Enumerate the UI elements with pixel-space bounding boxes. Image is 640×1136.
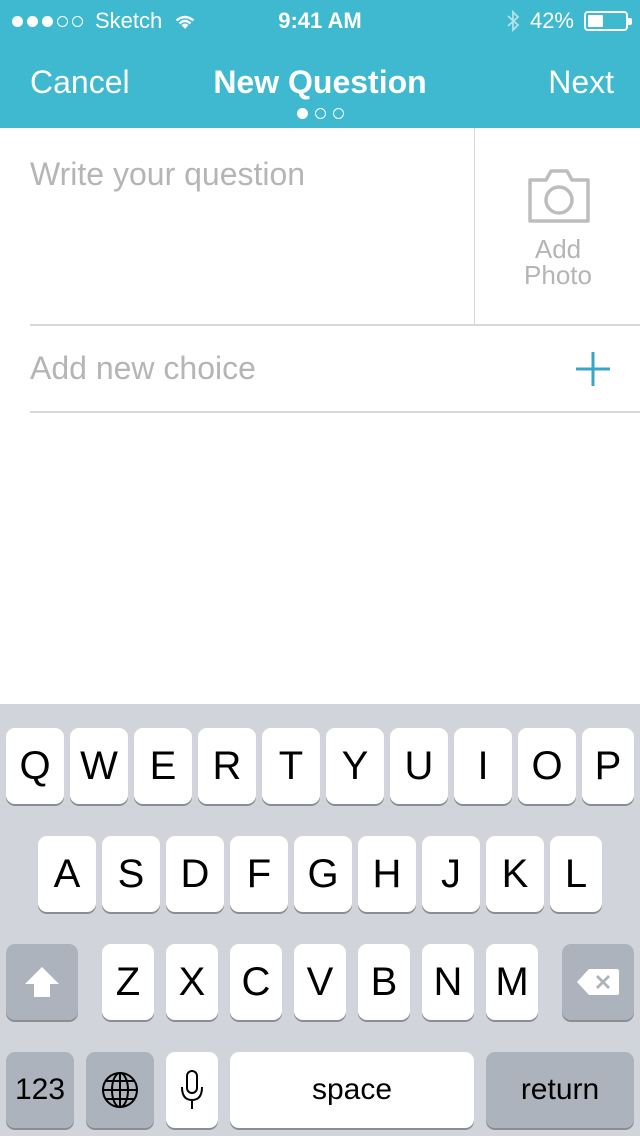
app-header: Sketch 9:41 AM 42% Cancel New Question N… bbox=[0, 0, 640, 128]
key-h[interactable]: H bbox=[358, 836, 416, 912]
navigation-bar: Cancel New Question Next bbox=[0, 40, 640, 128]
key-o[interactable]: O bbox=[518, 728, 576, 804]
key-x[interactable]: X bbox=[166, 944, 218, 1020]
page-dot-3 bbox=[332, 108, 344, 119]
status-bar: Sketch 9:41 AM 42% bbox=[0, 0, 640, 40]
page-title: New Question bbox=[213, 64, 427, 100]
globe-key[interactable] bbox=[86, 1052, 154, 1128]
key-i[interactable]: I bbox=[454, 728, 512, 804]
add-photo-button[interactable]: Add Photo bbox=[474, 128, 640, 324]
microphone-icon bbox=[181, 1070, 203, 1109]
key-t[interactable]: T bbox=[262, 728, 320, 804]
key-a[interactable]: A bbox=[38, 836, 96, 912]
key-k[interactable]: K bbox=[486, 836, 544, 912]
return-key[interactable]: return bbox=[486, 1052, 634, 1128]
key-l[interactable]: L bbox=[550, 836, 602, 912]
key-p[interactable]: P bbox=[582, 728, 634, 804]
globe-icon bbox=[102, 1072, 138, 1108]
key-r[interactable]: R bbox=[198, 728, 256, 804]
key-j[interactable]: J bbox=[422, 836, 480, 912]
add-photo-label-line2: Photo bbox=[524, 260, 592, 290]
question-placeholder: Write your question bbox=[30, 156, 306, 192]
keyboard: Q W E R T Y U I O P A S D F G H J K L Z … bbox=[0, 704, 640, 1136]
key-n[interactable]: N bbox=[422, 944, 474, 1020]
key-d[interactable]: D bbox=[166, 836, 224, 912]
backspace-icon bbox=[577, 969, 619, 995]
key-m[interactable]: M bbox=[486, 944, 538, 1020]
key-u[interactable]: U bbox=[390, 728, 448, 804]
add-photo-label: Add Photo bbox=[475, 236, 640, 288]
question-input[interactable]: Write your question bbox=[30, 128, 475, 324]
divider bbox=[30, 411, 640, 413]
key-b[interactable]: B bbox=[358, 944, 410, 1020]
battery-fill bbox=[588, 15, 604, 27]
key-s[interactable]: S bbox=[102, 836, 160, 912]
add-choice-row[interactable]: Add new choice bbox=[30, 325, 640, 411]
space-key[interactable]: space bbox=[230, 1052, 474, 1128]
next-button[interactable]: Next bbox=[548, 64, 614, 101]
choice-placeholder: Add new choice bbox=[30, 350, 256, 386]
key-v[interactable]: V bbox=[294, 944, 346, 1020]
key-c[interactable]: C bbox=[230, 944, 282, 1020]
key-z[interactable]: Z bbox=[102, 944, 154, 1020]
add-photo-label-line1: Add bbox=[534, 234, 582, 264]
status-right: 42% bbox=[506, 8, 632, 34]
dictation-key[interactable] bbox=[166, 1052, 218, 1128]
numbers-key[interactable]: 123 bbox=[6, 1052, 74, 1128]
plus-icon[interactable] bbox=[576, 352, 610, 386]
shift-arrow-icon bbox=[25, 967, 59, 997]
shift-key[interactable] bbox=[6, 944, 78, 1020]
page-dot-2 bbox=[314, 108, 326, 119]
key-f[interactable]: F bbox=[230, 836, 288, 912]
battery-percentage: 42% bbox=[529, 8, 574, 33]
bluetooth-icon bbox=[507, 10, 520, 32]
key-q[interactable]: Q bbox=[6, 728, 64, 804]
camera-icon bbox=[528, 169, 590, 223]
battery-icon bbox=[584, 11, 632, 31]
key-e[interactable]: E bbox=[134, 728, 192, 804]
key-y[interactable]: Y bbox=[326, 728, 384, 804]
page-indicator bbox=[0, 108, 640, 119]
key-w[interactable]: W bbox=[70, 728, 128, 804]
delete-key[interactable] bbox=[562, 944, 634, 1020]
page-dot-1 bbox=[296, 108, 308, 119]
key-g[interactable]: G bbox=[294, 836, 352, 912]
